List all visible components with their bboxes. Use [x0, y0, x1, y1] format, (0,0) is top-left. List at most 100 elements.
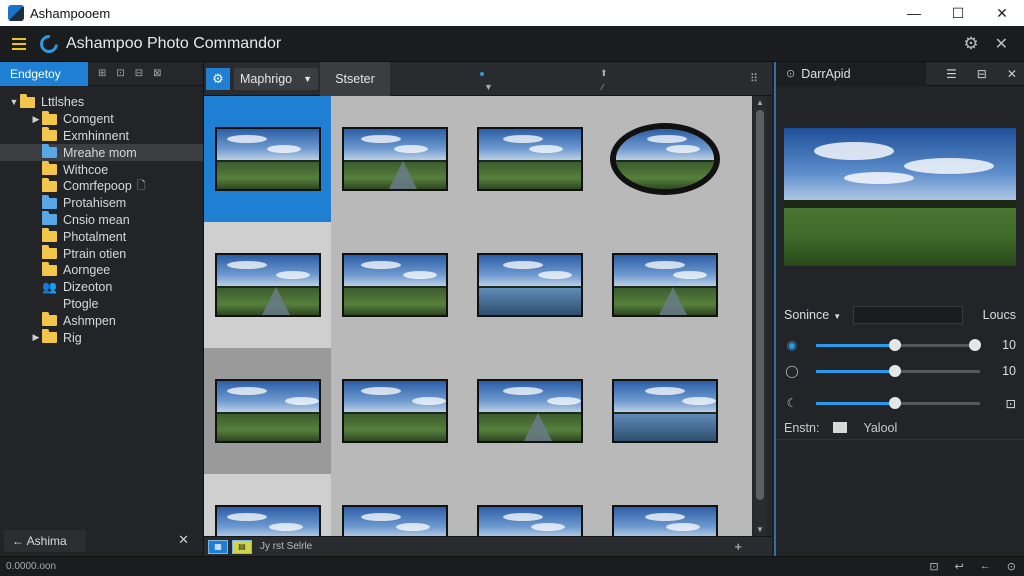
gear-icon[interactable]: ⚙	[206, 67, 230, 90]
chevron-down-icon[interactable]: ▼	[484, 82, 493, 92]
slider-knob[interactable]	[888, 396, 901, 409]
status-icon-4[interactable]: ⊙	[1007, 560, 1016, 573]
screen-icon[interactable]: ⊟	[977, 67, 987, 81]
tree-item[interactable]: ▶ Rig	[0, 329, 203, 346]
hamburger-menu-icon[interactable]	[12, 37, 26, 50]
thumbnail[interactable]	[466, 96, 593, 222]
photo-cloud	[644, 387, 685, 395]
view-mode-icon[interactable]: ▦	[208, 539, 228, 554]
grid-icon[interactable]: ⠿	[750, 72, 758, 85]
thumbnail[interactable]	[204, 96, 331, 222]
view-icon-3[interactable]: ⊟	[135, 68, 143, 79]
scroll-up-icon[interactable]: ▲	[756, 98, 764, 107]
view-icon-1[interactable]: ⊞	[98, 68, 106, 79]
thumbnail[interactable]	[331, 348, 458, 474]
photo-thumbnail	[214, 127, 321, 191]
thumbnail[interactable]	[204, 222, 331, 348]
tree-item[interactable]: Ptogle	[0, 296, 203, 313]
pin-icon[interactable]: ⬆	[600, 68, 608, 79]
tree-item-label: Protahisem	[63, 196, 127, 211]
photo-cloud	[646, 135, 687, 143]
tab-stseter[interactable]: Stseter	[320, 61, 390, 96]
tree-item[interactable]: Mreahe mom	[0, 144, 203, 162]
tree-item[interactable]: Withcoe	[0, 161, 203, 178]
folder-icon	[42, 161, 57, 176]
people-icon: 👥	[42, 280, 57, 295]
view-dropdown[interactable]: Maphrigo ▼	[234, 67, 318, 90]
chevron-right-icon[interactable]: ▶	[30, 114, 42, 125]
thumbnail[interactable]	[331, 96, 458, 222]
adjustment-controls: Sonince ▼ Loucs ◉ 10 ◯ 10 ☾ ⊡ Enstn: Yalool	[776, 302, 1024, 440]
tree-item[interactable]: Ashmpen	[0, 312, 203, 329]
add-icon[interactable]: +	[734, 539, 742, 554]
slider-knob-end[interactable]	[969, 338, 982, 351]
maximize-button[interactable]: ☐	[936, 0, 980, 26]
thumbnail[interactable]	[601, 96, 728, 222]
thumbnail[interactable]	[601, 348, 728, 474]
photo-cloud	[226, 387, 267, 395]
image-icon: ⊙	[786, 68, 796, 80]
view-icon-2[interactable]: ⊡	[116, 68, 124, 79]
thumbnail[interactable]	[466, 348, 593, 474]
photo-cloud	[502, 135, 543, 143]
scrollbar[interactable]: ▲ ▼	[754, 96, 766, 536]
slider-track[interactable]	[816, 364, 980, 377]
status-icon-3[interactable]: ←	[980, 560, 991, 573]
tree-item[interactable]: Protahisem	[0, 194, 203, 212]
minimize-button[interactable]: —	[892, 0, 936, 26]
thumbnail[interactable]	[331, 222, 458, 348]
tree-item[interactable]: Ptrain otien	[0, 245, 203, 262]
folder-icon[interactable]	[833, 422, 848, 433]
tree-item[interactable]: Cnsio mean	[0, 211, 203, 229]
status-icon-2[interactable]: ↩	[955, 560, 964, 573]
scroll-thumb[interactable]	[756, 110, 764, 500]
tree-item[interactable]: Photalment	[0, 228, 203, 245]
info-key: Enstn:	[784, 420, 820, 435]
slider-knob[interactable]	[888, 364, 901, 377]
source-input[interactable]	[853, 306, 964, 324]
photo-thumbnail	[476, 127, 583, 191]
slider-row: ◯ 10	[776, 358, 1024, 384]
tree-item[interactable]: Aorngee	[0, 261, 203, 279]
tab-endgetoy[interactable]: Endgetoy	[0, 61, 88, 86]
tree-item[interactable]: ▼ Lttlshes	[0, 93, 203, 111]
photo-cloud	[672, 271, 707, 279]
thumbnail[interactable]	[601, 474, 728, 536]
thumbnail[interactable]	[466, 474, 593, 536]
tree-item-label: Exmhinnent	[63, 128, 130, 143]
chevron-right-icon[interactable]: ▶	[30, 332, 42, 343]
slider-value: 10	[1002, 364, 1016, 378]
color-mode-icon[interactable]: ▤	[232, 539, 252, 554]
thumbnail[interactable]	[204, 474, 331, 536]
app-header: Ashampoo Photo Commandor ⚙ ✕	[0, 26, 1024, 62]
tree-item[interactable]: 👥 Dizeoton	[0, 279, 203, 296]
thumbnail[interactable]	[331, 474, 458, 536]
thumbnail[interactable]	[466, 222, 593, 348]
ashampoo-logo-icon	[36, 30, 62, 57]
photo-cloud	[226, 513, 267, 521]
tree-item[interactable]: ▶ Comgent	[0, 110, 203, 128]
app-logo-icon	[8, 5, 24, 21]
thumbnail[interactable]	[601, 222, 728, 348]
tree-item[interactable]: Comrfepoop 🗋	[0, 177, 203, 195]
scroll-down-icon[interactable]: ▼	[756, 525, 764, 534]
ashima-button[interactable]: ← Ashima	[4, 530, 86, 552]
slider-track[interactable]	[816, 338, 982, 351]
view-icon-4[interactable]: ⊠	[153, 68, 161, 79]
source-select[interactable]: Sonince ▼	[784, 308, 841, 322]
slider-knob[interactable]	[888, 338, 901, 351]
gear-icon[interactable]: ⚙	[963, 34, 978, 54]
status-icon-1[interactable]: ⊡	[929, 560, 938, 573]
menu-icon[interactable]: ☰	[946, 67, 957, 81]
folder-icon	[42, 211, 57, 226]
close-icon[interactable]: ✕	[1007, 67, 1017, 81]
tab-darrapid[interactable]: ⊙ DarrApid	[776, 61, 926, 86]
tree-item[interactable]: Exmhinnent	[0, 127, 203, 145]
close-icon[interactable]: ✕	[995, 34, 1008, 54]
chevron-down-icon[interactable]: ▼	[8, 97, 20, 107]
close-icon[interactable]: ✕	[178, 532, 189, 548]
slider-track[interactable]	[816, 396, 980, 409]
preview-cloud	[844, 172, 914, 184]
close-window-button[interactable]: ✕	[980, 0, 1024, 26]
thumbnail[interactable]	[204, 348, 331, 474]
